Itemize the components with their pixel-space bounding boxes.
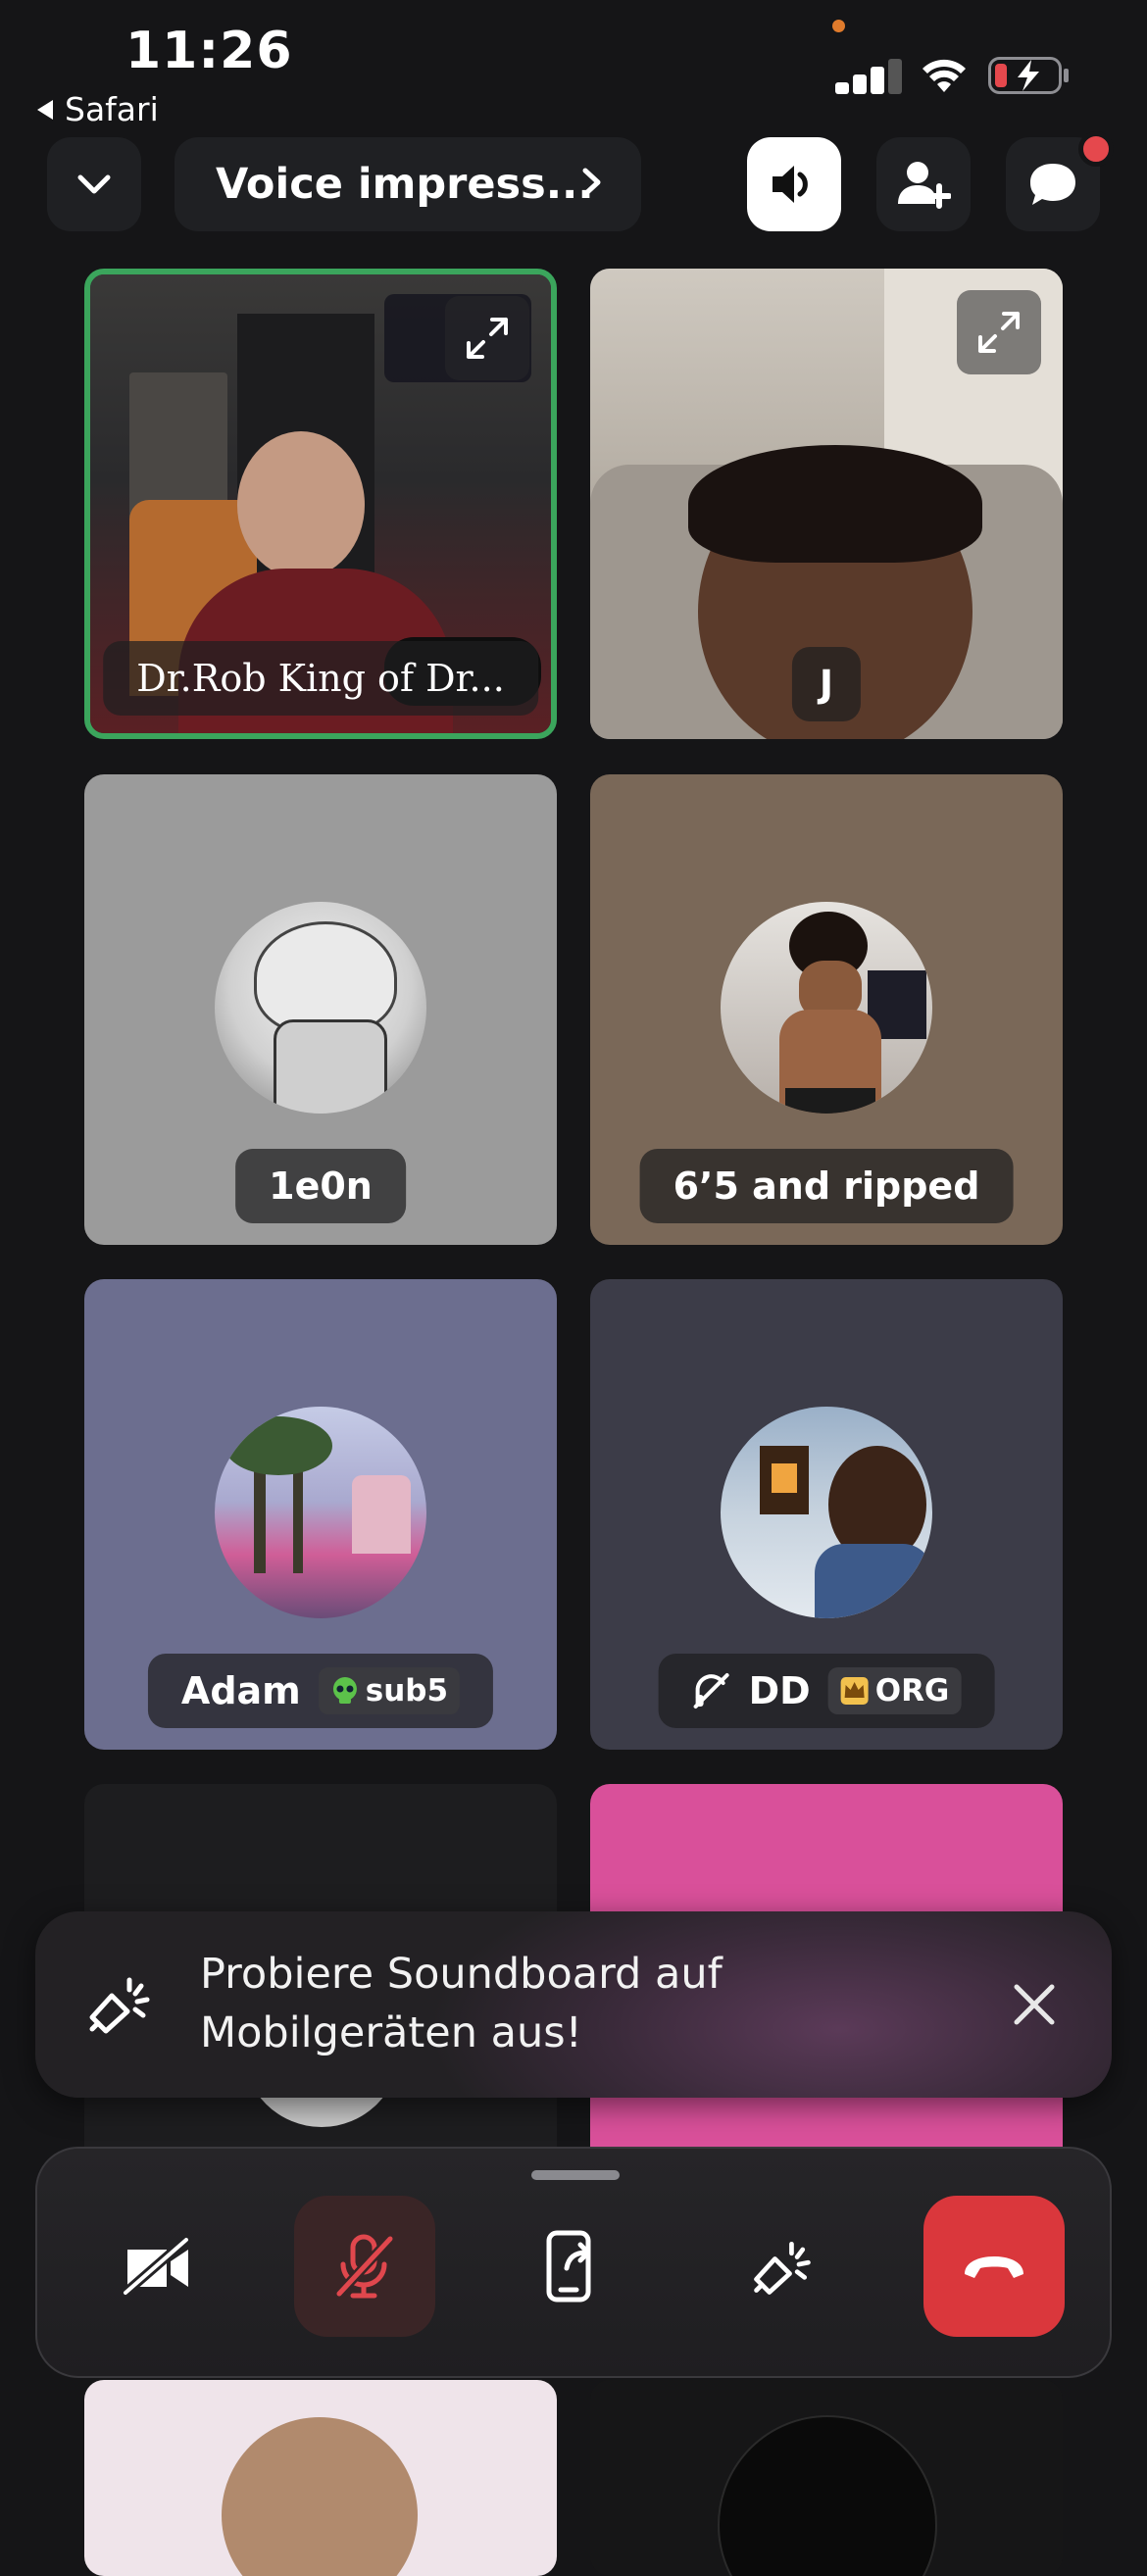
participant-name-tag: DD ORG: [658, 1654, 995, 1728]
chat-bubble-icon: [1030, 164, 1075, 205]
participant-name: DD: [748, 1669, 811, 1712]
add-user-icon: [898, 162, 951, 209]
call-controls-panel: [35, 2147, 1112, 2378]
participant-name: Adam: [180, 1669, 301, 1712]
participant-tile-dr-rob[interactable]: Dr.Rob King of Dr...: [84, 269, 557, 739]
participant-name: Dr.Rob King of Dr...: [136, 657, 505, 700]
privacy-indicator: [832, 20, 845, 32]
role-badge-label: sub5: [365, 1673, 449, 1709]
chevron-down-icon: [77, 174, 111, 194]
participant-name-tag: Dr.Rob King of Dr...: [103, 641, 538, 716]
participant-tile-dd[interactable]: DD ORG: [590, 1279, 1063, 1750]
crown-icon: [840, 1677, 869, 1705]
avatar: [215, 1407, 426, 1618]
close-icon: [1014, 1984, 1055, 2025]
wifi-icon: [923, 59, 966, 92]
avatar: [215, 902, 426, 1114]
battery-charging-icon: [988, 57, 1069, 94]
skull-icon: [332, 1677, 357, 1704]
avatar: [222, 2417, 418, 2576]
hang-up-button[interactable]: [923, 2196, 1065, 2337]
toast-message: Probiere Soundboard auf Mobilgeräten aus…: [200, 1950, 723, 2057]
speaker-icon: [773, 166, 808, 203]
participant-name: J: [819, 663, 834, 706]
hang-up-icon: [965, 2256, 1023, 2278]
expand-video-button[interactable]: [957, 290, 1041, 374]
participant-tile-adam[interactable]: Adam sub5: [84, 1279, 557, 1750]
soundboard-icon: [89, 1977, 150, 2034]
participant-tile-65-and-ripped[interactable]: 6’5 and ripped: [590, 774, 1063, 1245]
role-badge: ORG: [827, 1667, 962, 1714]
participant-name-tag: 1e0n: [235, 1149, 406, 1223]
expand-icon: [467, 318, 508, 359]
avatar: [721, 902, 932, 1114]
notification-dot: [1078, 131, 1114, 167]
signal-icon: [835, 59, 902, 94]
participant-name-tag: J: [791, 647, 862, 721]
close-toast-button[interactable]: [1000, 1970, 1069, 2039]
back-arrow-icon: [37, 99, 53, 120]
channel-title-button[interactable]: Voice impress...: [175, 137, 641, 231]
back-to-safari-link[interactable]: Safari: [35, 90, 159, 128]
collapse-call-button[interactable]: [47, 137, 141, 231]
expand-video-button[interactable]: [445, 296, 529, 380]
participant-name: 1e0n: [269, 1164, 373, 1208]
screen-share-icon: [546, 2230, 591, 2303]
deafened-icon: [693, 1673, 729, 1709]
microphone-off-icon: [334, 2234, 395, 2299]
channel-title: Voice impress...: [216, 160, 594, 209]
microphone-toggle-button[interactable]: [294, 2196, 435, 2337]
back-label: Safari: [65, 90, 159, 128]
camera-toggle-button[interactable]: [86, 2196, 227, 2337]
participant-name: 6’5 and ripped: [673, 1164, 980, 1208]
soundboard-icon: [754, 2241, 811, 2295]
avatar: [718, 2415, 937, 2576]
participant-tile[interactable]: [590, 2380, 1063, 2576]
role-badge: sub5: [318, 1667, 461, 1714]
soundboard-promo-toast[interactable]: Probiere Soundboard auf Mobilgeräten aus…: [35, 1911, 1112, 2098]
invite-user-button[interactable]: [876, 137, 971, 231]
status-time: 11:26: [125, 22, 293, 80]
camera-off-icon: [122, 2236, 191, 2297]
avatar: [721, 1407, 932, 1618]
chevron-right-icon: [582, 168, 601, 197]
participant-name-tag: 6’5 and ripped: [639, 1149, 1014, 1223]
drag-handle[interactable]: [531, 2170, 620, 2180]
participant-tile[interactable]: [84, 2380, 557, 2576]
participant-tile-j[interactable]: J: [590, 269, 1063, 739]
role-badge-label: ORG: [874, 1673, 950, 1709]
participant-tile-1e0n[interactable]: 1e0n: [84, 774, 557, 1245]
participant-name-tag: Adam sub5: [147, 1654, 494, 1728]
speaker-output-button[interactable]: [747, 137, 841, 231]
soundboard-button[interactable]: [712, 2196, 853, 2337]
expand-icon: [978, 312, 1020, 353]
screen-share-button[interactable]: [502, 2196, 643, 2337]
